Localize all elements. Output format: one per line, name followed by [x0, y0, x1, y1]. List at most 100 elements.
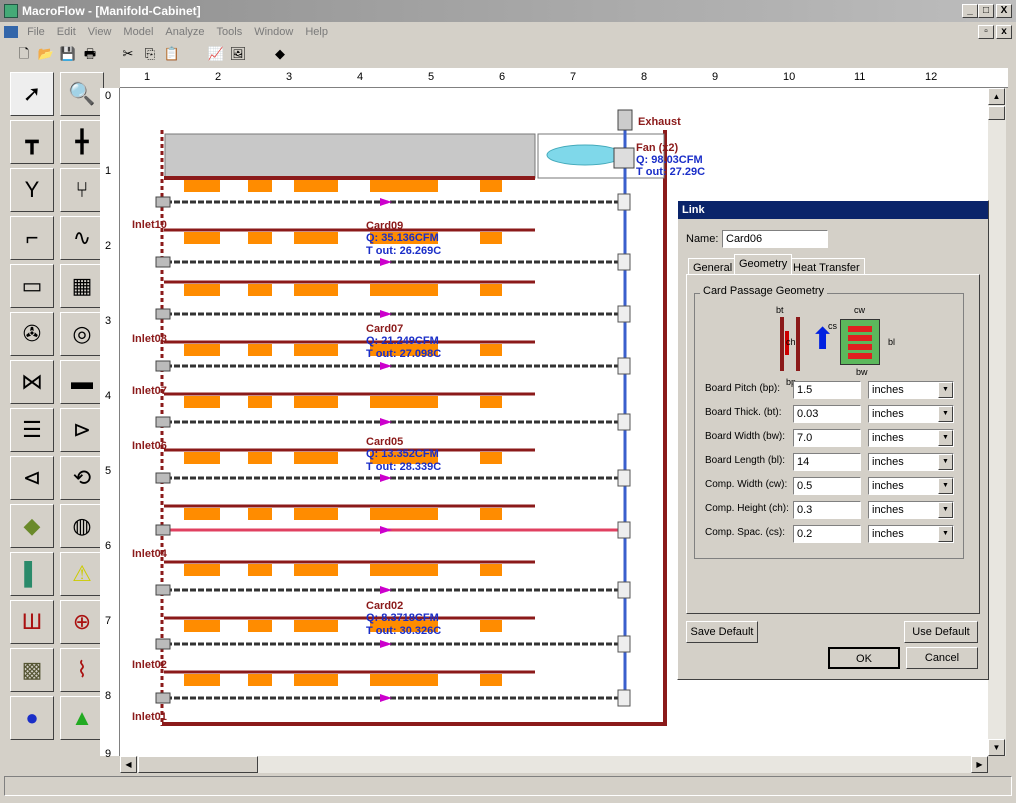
tab-geometry[interactable]: Geometry	[734, 254, 793, 274]
chevron-down-icon[interactable]: ▼	[938, 430, 953, 446]
scroll-thumb[interactable]	[988, 106, 1005, 120]
component-block[interactable]	[294, 564, 338, 576]
flow-arrow[interactable]	[380, 640, 392, 648]
eraser-icon[interactable]: ◆	[270, 45, 290, 63]
tee-junction[interactable]	[617, 521, 631, 539]
maximize-button[interactable]: □	[978, 4, 994, 18]
component-block[interactable]	[294, 452, 338, 464]
comp-height-input[interactable]: 0.3	[793, 501, 861, 519]
menu-model[interactable]: Model	[117, 22, 159, 42]
component-block[interactable]	[294, 674, 338, 686]
component-block[interactable]	[480, 232, 502, 244]
board-thick-input[interactable]: 0.03	[793, 405, 861, 423]
zoom-icon[interactable]: 🔍	[60, 72, 104, 116]
flow-arrow[interactable]	[380, 694, 392, 702]
component-block[interactable]	[480, 564, 502, 576]
board-width-input[interactable]: 7.0	[793, 429, 861, 447]
fan-icon[interactable]: ✇	[10, 312, 54, 356]
menu-tools[interactable]: Tools	[211, 22, 249, 42]
component-block[interactable]	[184, 344, 220, 356]
inlet-port[interactable]	[155, 308, 171, 320]
inlet-port[interactable]	[155, 638, 171, 650]
component-block[interactable]	[480, 452, 502, 464]
component-block[interactable]	[370, 396, 438, 408]
tee-icon[interactable]: ┳	[10, 120, 54, 164]
tee-junction[interactable]	[617, 193, 631, 211]
tab-heat-transfer[interactable]: Heat Transfer	[788, 258, 865, 274]
menu-file[interactable]: File	[21, 22, 51, 42]
cross-icon[interactable]: ╋	[60, 120, 104, 164]
flow-arrow[interactable]	[380, 198, 392, 206]
radiator-icon[interactable]: Ш	[10, 600, 54, 644]
save-default-button[interactable]: Save Default	[686, 621, 758, 643]
cut-icon[interactable]: ✂	[118, 45, 138, 63]
tee-junction[interactable]	[617, 689, 631, 707]
menu-analyze[interactable]: Analyze	[159, 22, 210, 42]
doc-icon[interactable]	[4, 26, 18, 39]
contraction-icon[interactable]: ⊳	[60, 408, 104, 452]
chevron-down-icon[interactable]: ▼	[938, 478, 953, 494]
flow-arrow[interactable]	[380, 418, 392, 426]
component-block[interactable]	[248, 284, 272, 296]
component-block[interactable]	[294, 284, 338, 296]
tee-junction[interactable]	[617, 635, 631, 653]
component-block[interactable]	[248, 564, 272, 576]
component-block[interactable]	[184, 180, 220, 192]
inlet-port[interactable]	[155, 360, 171, 372]
component-block[interactable]	[370, 180, 438, 192]
component-block[interactable]	[248, 232, 272, 244]
bend-icon[interactable]: ⟲	[60, 456, 104, 500]
print-icon[interactable]: 🖶	[80, 45, 100, 63]
name-input[interactable]: Card06	[722, 230, 828, 248]
flow-arrow[interactable]	[380, 310, 392, 318]
component-block[interactable]	[294, 232, 338, 244]
pointer-icon[interactable]: ➚	[10, 72, 54, 116]
power-icon[interactable]: ⚠	[60, 552, 104, 596]
component-block[interactable]	[370, 284, 438, 296]
mdi-restore-button[interactable]: ▫	[978, 25, 994, 39]
component-block[interactable]	[248, 674, 272, 686]
paste-icon[interactable]: 📋	[162, 45, 182, 63]
unit-select[interactable]: inches ▼	[868, 453, 954, 471]
tee-junction[interactable]	[617, 305, 631, 323]
flow-arrow[interactable]	[380, 526, 392, 534]
use-default-button[interactable]: Use Default	[904, 621, 978, 643]
tee-junction[interactable]	[617, 581, 631, 599]
spring-icon[interactable]: ⌇	[60, 648, 104, 692]
inlet-port[interactable]	[155, 584, 171, 596]
menu-help[interactable]: Help	[299, 22, 334, 42]
heatsink-icon[interactable]: ◆	[10, 504, 54, 548]
image-icon[interactable]: 🖼	[228, 45, 248, 63]
filter-icon[interactable]: ▬	[60, 360, 104, 404]
component-block[interactable]	[294, 620, 338, 632]
pipe-icon[interactable]: ▭	[10, 264, 54, 308]
component-block[interactable]	[480, 620, 502, 632]
mdi-close-button[interactable]: x	[996, 25, 1012, 39]
tee-junction[interactable]	[617, 357, 631, 375]
close-button[interactable]: X	[996, 4, 1012, 18]
unit-select[interactable]: inches ▼	[868, 429, 954, 447]
component-block[interactable]	[370, 674, 438, 686]
ok-button[interactable]: OK	[828, 647, 900, 669]
scroll-up-icon[interactable]: ▲	[988, 88, 1005, 105]
component-block[interactable]	[248, 344, 272, 356]
flow-arrow[interactable]	[380, 258, 392, 266]
wye-alt-icon[interactable]: ⑂	[60, 168, 104, 212]
board-length-input[interactable]: 14	[793, 453, 861, 471]
blower-icon[interactable]: ◎	[60, 312, 104, 356]
hscroll-thumb[interactable]	[138, 756, 258, 773]
inlet-port[interactable]	[155, 416, 171, 428]
component-block[interactable]	[184, 508, 220, 520]
elbow-icon[interactable]: ⌐	[10, 216, 54, 260]
flex-duct-icon[interactable]: ∿	[60, 216, 104, 260]
component-block[interactable]	[184, 396, 220, 408]
tab-general[interactable]: General	[688, 258, 738, 274]
component-block[interactable]	[294, 396, 338, 408]
app-icon[interactable]	[4, 4, 18, 18]
sphere-icon[interactable]: ●	[10, 696, 54, 740]
save-icon[interactable]: 💾	[58, 45, 78, 63]
flow-arrow[interactable]	[380, 474, 392, 482]
chevron-down-icon[interactable]: ▼	[938, 382, 953, 398]
porous-block-icon[interactable]: ▩	[10, 648, 54, 692]
component-block[interactable]	[480, 180, 502, 192]
